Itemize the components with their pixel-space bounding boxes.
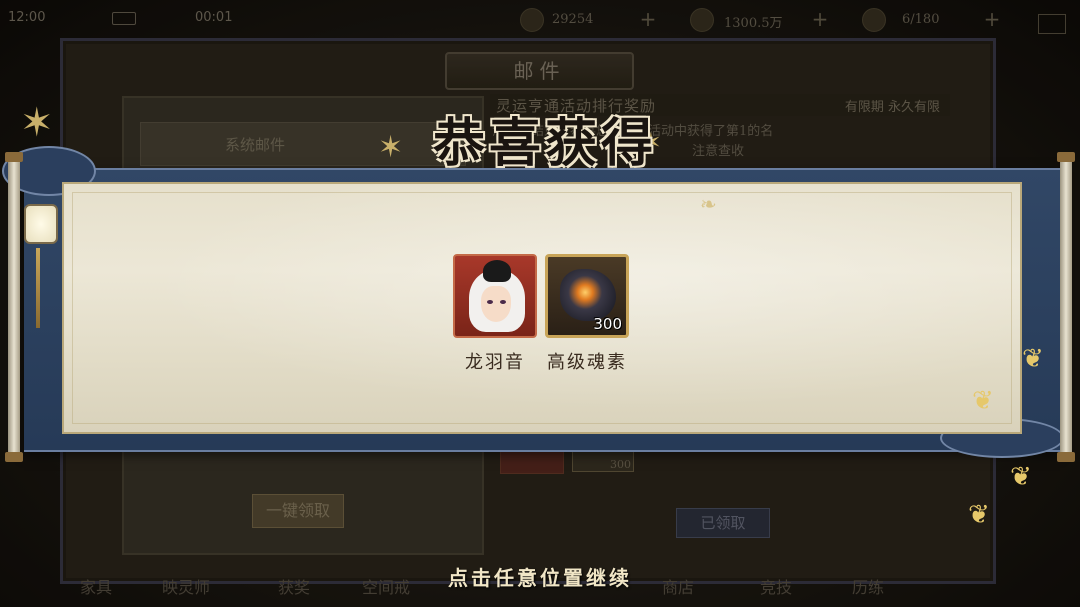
bamboo-leaf-icon: ✶ [20, 100, 54, 146]
reward-name: 高级魂素 [547, 352, 627, 373]
scroll-rod-left [8, 158, 20, 458]
butterfly-icon: ❦ [968, 500, 990, 530]
popup-title: 恭喜获得 [432, 113, 657, 174]
continue-hint: 点击任意位置继续 [448, 566, 632, 590]
hero-portrait-frame [453, 254, 537, 338]
rod-cap-right-bottom [1057, 452, 1075, 462]
butterfly-icon: ❦ [972, 386, 994, 416]
tassel-ornament [36, 248, 40, 328]
paper-border [72, 192, 1012, 424]
reward-quantity: 300 [593, 315, 622, 333]
soul-essence-frame: 300 [545, 254, 629, 338]
portrait-eye [487, 300, 493, 304]
scroll-rod-right [1060, 158, 1072, 458]
portrait-eye [500, 300, 506, 304]
portrait-hat [483, 260, 511, 282]
rod-cap-left-bottom [5, 452, 23, 462]
butterfly-icon: ❦ [1010, 462, 1032, 492]
butterfly-icon: ❦ [1022, 344, 1044, 374]
rod-cap-right-top [1057, 152, 1075, 162]
lantern-icon [24, 204, 58, 244]
portrait-face [481, 286, 511, 322]
reward-name: 龙羽音 [465, 352, 525, 373]
falling-leaf-icon: ❧ [700, 192, 717, 216]
reward-item[interactable]: 龙羽音 [453, 254, 537, 374]
rod-cap-left-top [5, 152, 23, 162]
reward-item[interactable]: 300 高级魂素 [545, 254, 629, 374]
soul-essence-icon [560, 269, 616, 321]
reward-paper [62, 182, 1022, 434]
